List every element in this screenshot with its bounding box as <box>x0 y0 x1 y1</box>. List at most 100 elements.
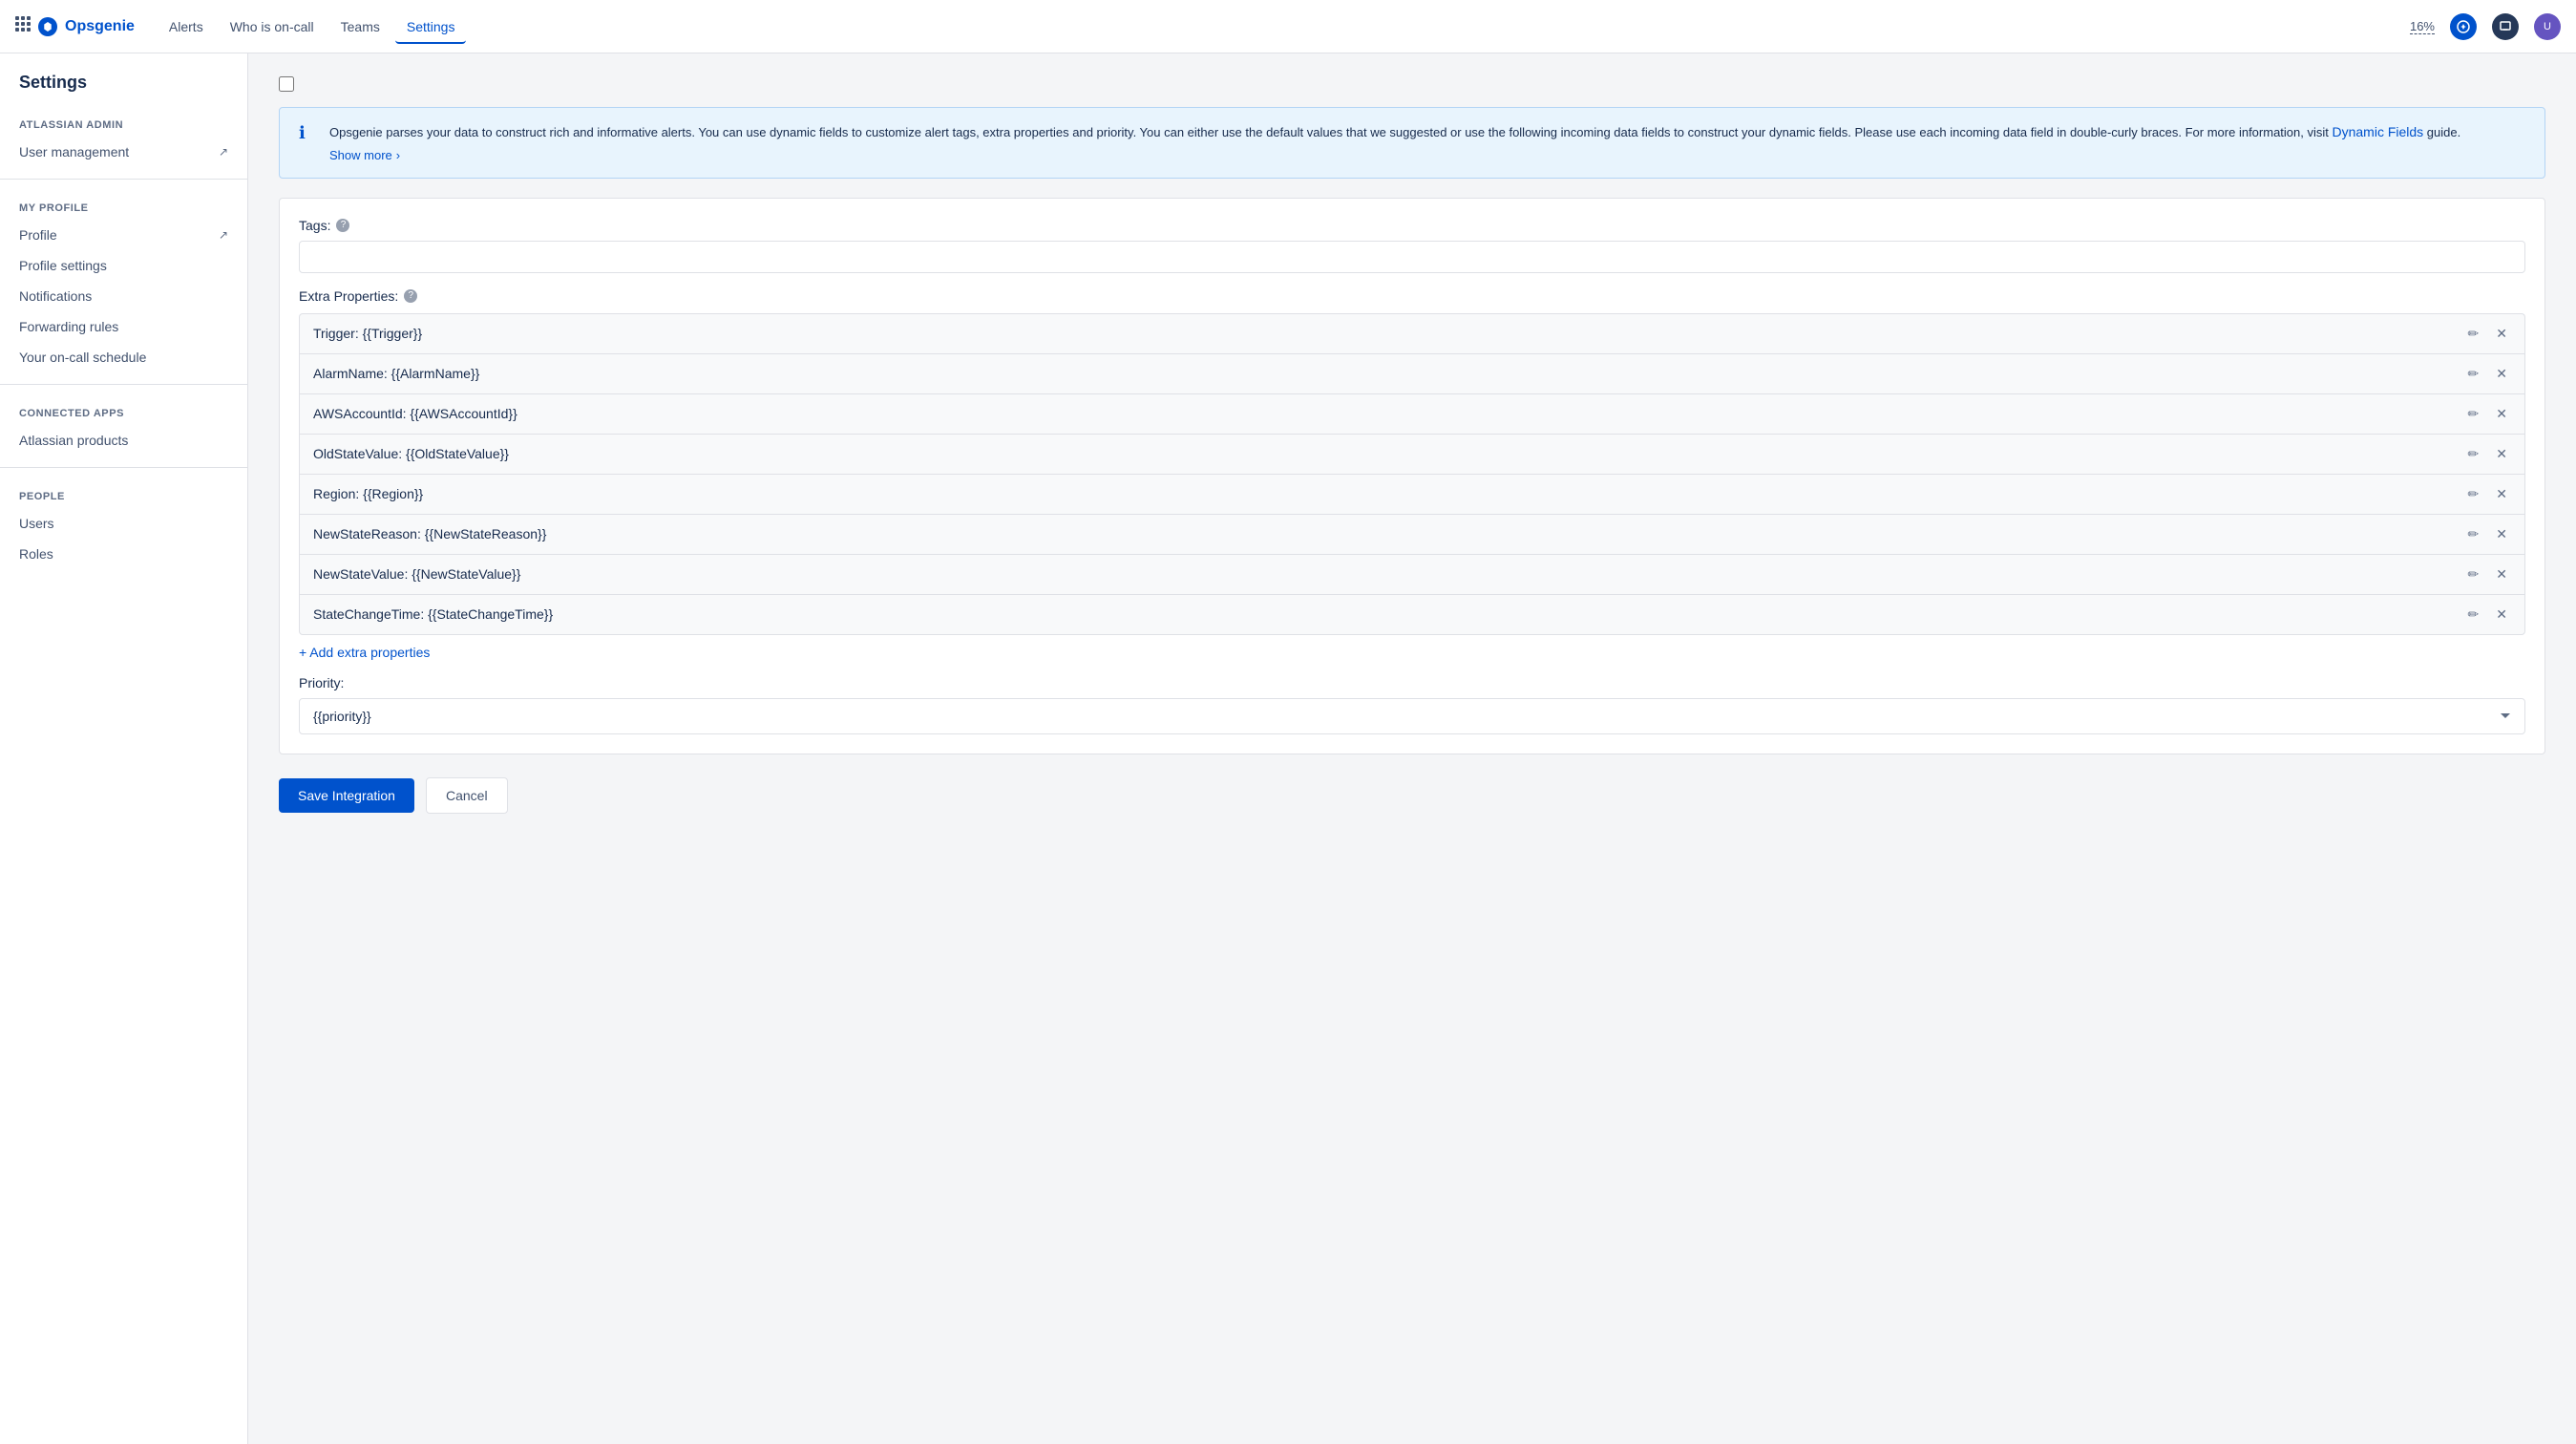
chevron-right-icon: › <box>396 148 400 162</box>
prop-row-alarm-name: AlarmName: {{AlarmName}}✏✕ <box>299 353 2525 393</box>
edit-prop-aws-account-id[interactable]: ✏ <box>2464 404 2483 424</box>
delete-prop-new-state-reason[interactable]: ✕ <box>2492 524 2511 544</box>
prop-row-new-state-reason: NewStateReason: {{NewStateReason}}✏✕ <box>299 514 2525 554</box>
prop-row-state-change-time: StateChangeTime: {{StateChangeTime}}✏✕ <box>299 594 2525 635</box>
sidebar-section-people: PEOPLE <box>0 479 247 508</box>
edit-prop-new-state-value[interactable]: ✏ <box>2464 564 2483 584</box>
sidebar-item-user-management[interactable]: User management ↗ <box>0 137 247 167</box>
edit-prop-state-change-time[interactable]: ✏ <box>2464 605 2483 625</box>
sidebar-item-notifications[interactable]: Notifications <box>0 281 247 311</box>
divider-2 <box>0 384 247 385</box>
prop-actions-new-state-reason: ✏✕ <box>2464 524 2511 544</box>
delete-prop-old-state-value[interactable]: ✕ <box>2492 444 2511 464</box>
nav-who-is-on-call[interactable]: Who is on-call <box>219 11 326 44</box>
priority-wrapper: {{priority}} <box>299 698 2525 734</box>
sidebar-item-forwarding-rules[interactable]: Forwarding rules <box>0 311 247 342</box>
sidebar-section-connected-apps: CONNECTED APPS <box>0 396 247 425</box>
prop-actions-alarm-name: ✏✕ <box>2464 364 2511 384</box>
sidebar-label-users: Users <box>19 516 54 531</box>
prop-actions-aws-account-id: ✏✕ <box>2464 404 2511 424</box>
edit-prop-region[interactable]: ✏ <box>2464 484 2483 504</box>
prop-value-region: Region: {{Region}} <box>313 486 423 501</box>
sidebar-label-profile: Profile <box>19 227 57 243</box>
prop-value-trigger: Trigger: {{Trigger}} <box>313 326 422 341</box>
sidebar-item-atlassian-products[interactable]: Atlassian products <box>0 425 247 456</box>
tags-label: Tags: ? <box>299 218 2525 233</box>
info-box: ℹ Opsgenie parses your data to construct… <box>279 107 2545 179</box>
prop-value-new-state-reason: NewStateReason: {{NewStateReason}} <box>313 526 546 542</box>
sidebar-label-profile-settings: Profile settings <box>19 258 107 273</box>
topnav-right: 16% U <box>2410 13 2561 40</box>
extra-props-help-icon[interactable]: ? <box>404 289 417 303</box>
edit-prop-new-state-reason[interactable]: ✏ <box>2464 524 2483 544</box>
sidebar-label-forwarding-rules: Forwarding rules <box>19 319 118 334</box>
show-more-link[interactable]: Show more › <box>329 148 400 162</box>
prop-row-aws-account-id: AWSAccountId: {{AWSAccountId}}✏✕ <box>299 393 2525 434</box>
tags-help-icon[interactable]: ? <box>336 219 349 232</box>
sidebar-item-roles[interactable]: Roles <box>0 539 247 569</box>
delete-prop-aws-account-id[interactable]: ✕ <box>2492 404 2511 424</box>
layout: Settings ATLASSIAN ADMIN User management… <box>0 53 2576 1444</box>
prop-actions-old-state-value: ✏✕ <box>2464 444 2511 464</box>
main-checkbox[interactable] <box>279 76 294 92</box>
sidebar-label-atlassian-products: Atlassian products <box>19 433 128 448</box>
app-name: Opsgenie <box>65 18 135 35</box>
prop-actions-trigger: ✏✕ <box>2464 324 2511 344</box>
cancel-button[interactable]: Cancel <box>426 777 508 814</box>
extra-props-label-text: Extra Properties: <box>299 288 398 304</box>
prop-actions-state-change-time: ✏✕ <box>2464 605 2511 625</box>
info-text-main: Opsgenie parses your data to construct r… <box>329 125 2332 139</box>
edit-prop-trigger[interactable]: ✏ <box>2464 324 2483 344</box>
external-link-icon: ↗ <box>219 145 228 159</box>
prop-row-new-state-value: NewStateValue: {{NewStateValue}}✏✕ <box>299 554 2525 594</box>
app-logo[interactable]: Opsgenie <box>15 16 135 36</box>
sidebar: Settings ATLASSIAN ADMIN User management… <box>0 53 248 1444</box>
info-icon: ℹ <box>299 123 318 162</box>
sidebar-item-profile-settings[interactable]: Profile settings <box>0 250 247 281</box>
sidebar-item-users[interactable]: Users <box>0 508 247 539</box>
user-avatar[interactable]: U <box>2534 13 2561 40</box>
info-content: Opsgenie parses your data to construct r… <box>329 123 2460 162</box>
external-link-icon-profile: ↗ <box>219 228 228 242</box>
delete-prop-alarm-name[interactable]: ✕ <box>2492 364 2511 384</box>
save-integration-button[interactable]: Save Integration <box>279 778 414 813</box>
priority-select[interactable]: {{priority}} <box>299 698 2525 734</box>
delete-prop-new-state-value[interactable]: ✕ <box>2492 564 2511 584</box>
topnav: Opsgenie Alerts Who is on-call Teams Set… <box>0 0 2576 53</box>
divider-1 <box>0 179 247 180</box>
prop-row-trigger: Trigger: {{Trigger}}✏✕ <box>299 313 2525 353</box>
action-row: Save Integration Cancel <box>279 777 2545 814</box>
delete-prop-region[interactable]: ✕ <box>2492 484 2511 504</box>
nav-settings[interactable]: Settings <box>395 11 467 44</box>
prop-row-old-state-value: OldStateValue: {{OldStateValue}}✏✕ <box>299 434 2525 474</box>
show-more-text: Show more <box>329 148 392 162</box>
delete-prop-trigger[interactable]: ✕ <box>2492 324 2511 344</box>
edit-prop-alarm-name[interactable]: ✏ <box>2464 364 2483 384</box>
divider-3 <box>0 467 247 468</box>
tags-input[interactable] <box>299 241 2525 273</box>
progress-percent[interactable]: 16% <box>2410 19 2435 34</box>
info-text-end: guide. <box>2423 125 2460 139</box>
main-content: ℹ Opsgenie parses your data to construct… <box>248 53 2576 1444</box>
sidebar-title: Settings <box>0 73 247 108</box>
sidebar-item-on-call-schedule[interactable]: Your on-call schedule <box>0 342 247 372</box>
priority-label: Priority: <box>299 675 2525 690</box>
notifications-icon[interactable] <box>2492 13 2519 40</box>
edit-prop-old-state-value[interactable]: ✏ <box>2464 444 2483 464</box>
prop-row-region: Region: {{Region}} ✏ ✕ <box>299 474 2525 514</box>
compass-icon[interactable] <box>2450 13 2477 40</box>
extra-properties-list: Trigger: {{Trigger}}✏✕AlarmName: {{Alarm… <box>299 313 2525 635</box>
sidebar-item-profile[interactable]: Profile ↗ <box>0 220 247 250</box>
extra-props-label: Extra Properties: ? <box>299 288 2525 304</box>
prop-value-state-change-time: StateChangeTime: {{StateChangeTime}} <box>313 606 553 622</box>
delete-prop-state-change-time[interactable]: ✕ <box>2492 605 2511 625</box>
nav-alerts[interactable]: Alerts <box>158 11 215 44</box>
prop-value-new-state-value: NewStateValue: {{NewStateValue}} <box>313 566 520 582</box>
dynamic-fields-link[interactable]: Dynamic Fields <box>2332 124 2423 139</box>
opsgenie-logo-icon <box>38 17 57 36</box>
sidebar-label-roles: Roles <box>19 546 53 562</box>
sidebar-section-atlassian-admin: ATLASSIAN ADMIN <box>0 108 247 137</box>
prop-actions-new-state-value: ✏✕ <box>2464 564 2511 584</box>
add-extra-props-link[interactable]: + Add extra properties <box>299 645 430 660</box>
nav-teams[interactable]: Teams <box>329 11 391 44</box>
